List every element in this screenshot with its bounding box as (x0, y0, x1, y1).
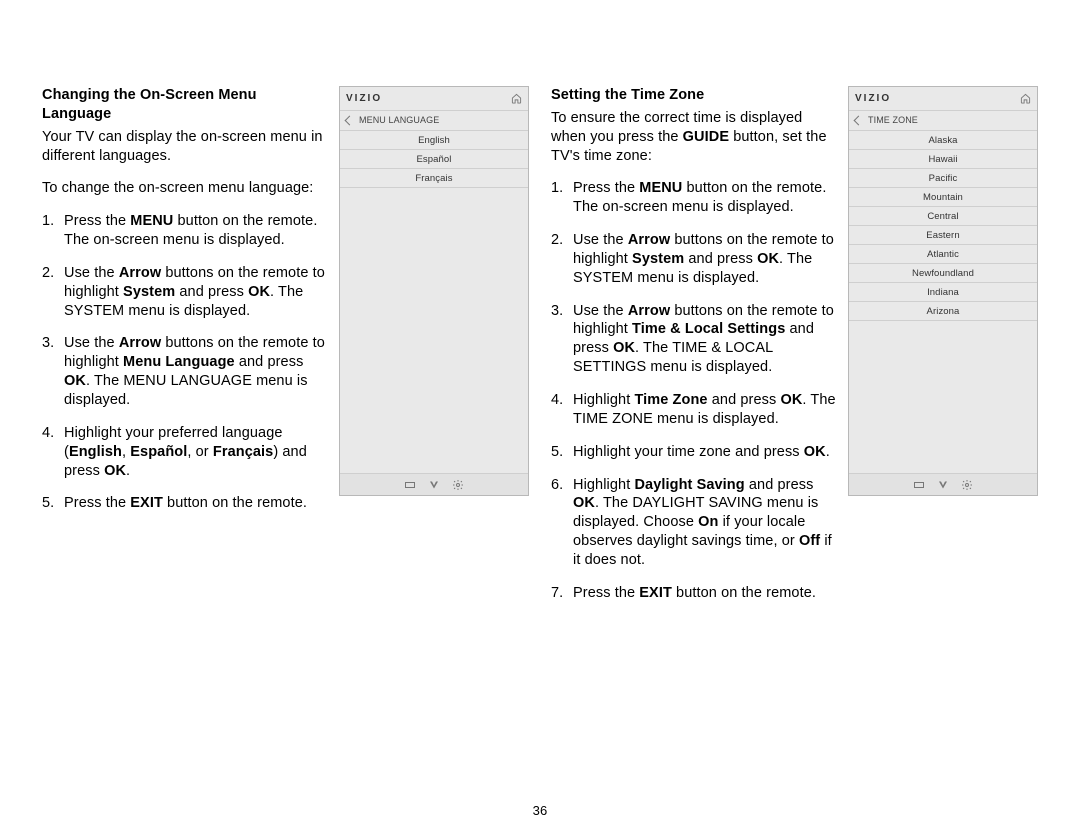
osd-rows: English Español Français (340, 131, 528, 188)
page-body: Changing the On-Screen Menu Language You… (42, 86, 1038, 617)
left-text: Changing the On-Screen Menu Language You… (42, 86, 327, 617)
v-icon (937, 479, 949, 491)
osd-title: MENU LANGUAGE (359, 115, 439, 127)
osd-menu-language: VIZIO MENU LANGUAGE English Español Fran… (339, 86, 529, 496)
wide-icon (404, 479, 416, 491)
right-osd-wrapper: VIZIO TIME ZONE Alaska Hawaii Pacific Mo… (848, 86, 1038, 617)
osd-row: Central (849, 207, 1037, 226)
left-intro1: Your TV can display the on-screen menu i… (42, 128, 327, 166)
right-step-2: Use the Arrow buttons on the remote to h… (551, 231, 836, 288)
osd-fill (849, 321, 1037, 473)
left-step-3: Use the Arrow buttons on the remote to h… (42, 334, 327, 409)
osd-row: Mountain (849, 188, 1037, 207)
wide-icon (913, 479, 925, 491)
osd-row: Eastern (849, 226, 1037, 245)
right-heading: Setting the Time Zone (551, 86, 836, 105)
osd-row: English (340, 131, 528, 150)
osd-title: TIME ZONE (868, 115, 918, 127)
page-number: 36 (533, 803, 548, 820)
back-icon (345, 116, 355, 126)
right-intro1: To ensure the correct time is displayed … (551, 109, 836, 166)
osd-footer (340, 473, 528, 495)
osd-row: Français (340, 169, 528, 188)
osd-time-zone: VIZIO TIME ZONE Alaska Hawaii Pacific Mo… (848, 86, 1038, 496)
right-step-7: Press the EXIT button on the remote. (551, 584, 836, 603)
right-steps: Press the MENU button on the remote. The… (551, 179, 836, 602)
osd-row: Español (340, 150, 528, 169)
left-heading: Changing the On-Screen Menu Language (42, 86, 327, 124)
left-step-4: Highlight your preferred language (Engli… (42, 424, 327, 481)
left-step-1: Press the MENU button on the remote. The… (42, 212, 327, 250)
osd-row: Newfoundland (849, 264, 1037, 283)
osd-row: Hawaii (849, 150, 1037, 169)
osd-title-bar: MENU LANGUAGE (340, 111, 528, 131)
left-column: Changing the On-Screen Menu Language You… (42, 86, 529, 617)
osd-row: Alaska (849, 131, 1037, 150)
right-text: Setting the Time Zone To ensure the corr… (551, 86, 836, 617)
home-icon (511, 93, 522, 104)
left-osd-wrapper: VIZIO MENU LANGUAGE English Español Fran… (339, 86, 529, 617)
home-icon (1020, 93, 1031, 104)
right-step-5: Highlight your time zone and press OK. (551, 443, 836, 462)
back-icon (854, 116, 864, 126)
left-step-2: Use the Arrow buttons on the remote to h… (42, 264, 327, 321)
right-step-1: Press the MENU button on the remote. The… (551, 179, 836, 217)
osd-fill (340, 188, 528, 473)
osd-footer (849, 473, 1037, 495)
osd-header: VIZIO (849, 87, 1037, 111)
v-icon (428, 479, 440, 491)
left-step-5: Press the EXIT button on the remote. (42, 494, 327, 513)
osd-brand: VIZIO (855, 92, 891, 105)
left-steps: Press the MENU button on the remote. The… (42, 212, 327, 513)
right-column: Setting the Time Zone To ensure the corr… (551, 86, 1038, 617)
osd-rows: Alaska Hawaii Pacific Mountain Central E… (849, 131, 1037, 321)
osd-header: VIZIO (340, 87, 528, 111)
gear-icon (452, 479, 464, 491)
osd-row: Pacific (849, 169, 1037, 188)
left-intro2: To change the on-screen menu language: (42, 179, 327, 198)
osd-brand: VIZIO (346, 92, 382, 105)
gear-icon (961, 479, 973, 491)
right-step-6: Highlight Daylight Saving and press OK. … (551, 476, 836, 570)
right-step-4: Highlight Time Zone and press OK. The TI… (551, 391, 836, 429)
right-step-3: Use the Arrow buttons on the remote to h… (551, 302, 836, 377)
osd-row: Indiana (849, 283, 1037, 302)
osd-row: Atlantic (849, 245, 1037, 264)
osd-row: Arizona (849, 302, 1037, 321)
osd-title-bar: TIME ZONE (849, 111, 1037, 131)
